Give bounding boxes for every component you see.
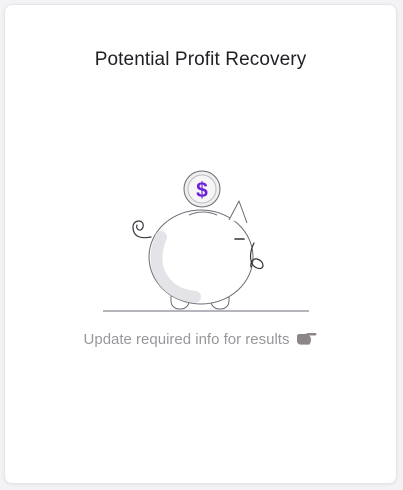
piggy-bank-illustration: $ bbox=[103, 170, 309, 312]
results-hint: Update required info for results bbox=[5, 330, 396, 348]
card-title: Potential Profit Recovery bbox=[94, 49, 307, 70]
profit-recovery-card: Potential Profit Recovery $ Update requi… bbox=[4, 4, 397, 484]
pointing-hand-icon bbox=[297, 333, 317, 345]
pig-ear bbox=[228, 200, 248, 224]
pig-tail bbox=[132, 220, 152, 239]
hint-text: Update required info for results bbox=[83, 330, 290, 348]
dollar-sign-icon: $ bbox=[196, 179, 208, 202]
